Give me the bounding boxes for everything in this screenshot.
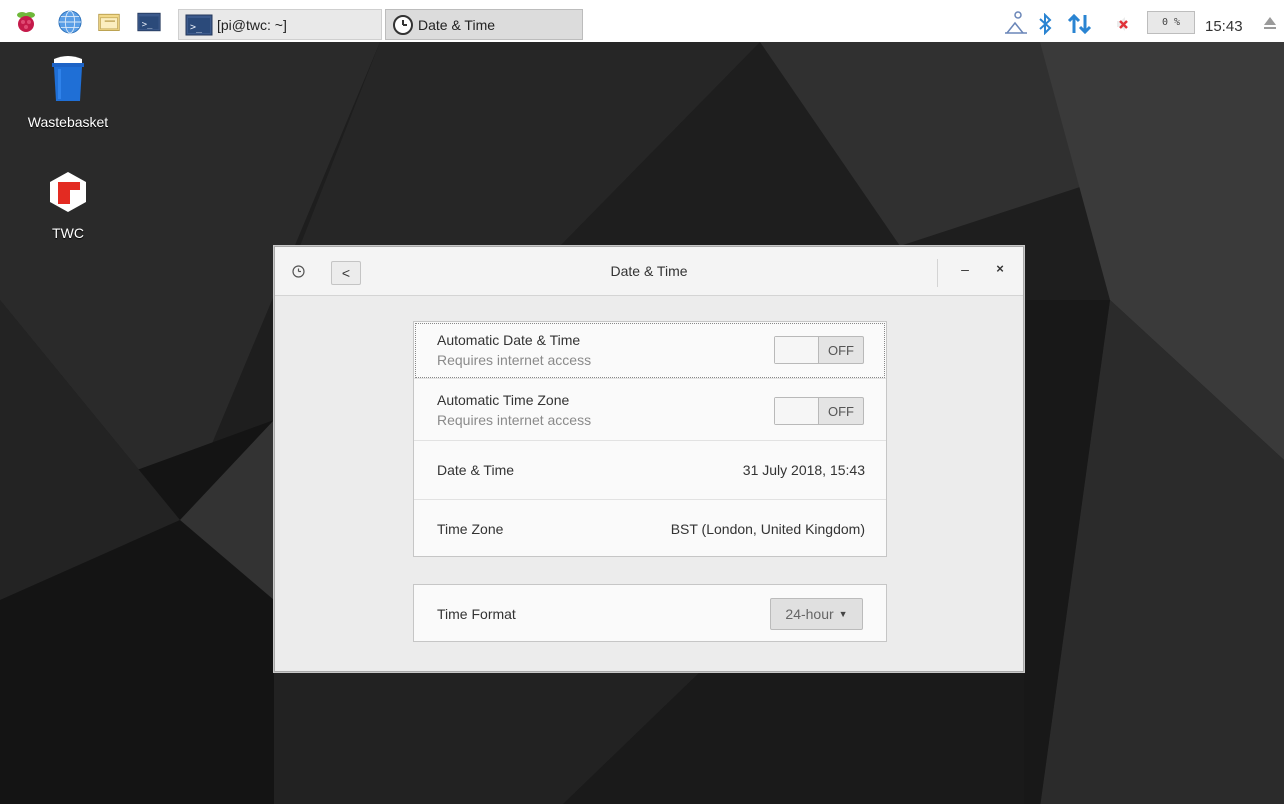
raspberry-menu-icon[interactable] (14, 11, 38, 33)
time-format-card: Time Format 24-hour ▼ (413, 584, 887, 642)
time-zone-row[interactable]: Time Zone BST (London, United Kingdom) (414, 500, 886, 556)
desktop-icon-twc[interactable]: TWC (18, 170, 118, 241)
cpu-monitor[interactable]: 0 % (1147, 11, 1195, 34)
automatic-date-time-switch[interactable]: OFF (774, 336, 864, 364)
minimize-icon: – (961, 261, 969, 277)
caret-down-icon: ▼ (838, 609, 848, 619)
row-title: Time Format (437, 606, 516, 622)
taskbar: >_ >_ [pi@twc: ~] Date & Time 0 % 15:43 (0, 0, 1284, 42)
titlebar-separator (937, 259, 938, 287)
row-subtitle: Requires internet access (437, 412, 592, 428)
row-title: Date & Time (437, 462, 515, 478)
twc-app-icon (48, 170, 88, 219)
taskbar-task-date-time[interactable]: Date & Time (385, 9, 583, 40)
close-icon: × (996, 261, 1004, 276)
automatic-time-zone-switch[interactable]: OFF (774, 397, 864, 425)
date-time-value: 31 July 2018, 15:43 (742, 462, 865, 478)
cpu-usage-label: 0 % (1161, 17, 1181, 28)
row-title: Time Zone (437, 521, 504, 537)
web-browser-icon[interactable] (58, 10, 82, 34)
switch-knob (775, 398, 819, 424)
automatic-date-time-row[interactable]: Automatic Date & Time Requires internet … (414, 322, 886, 379)
task-label: Date & Time (418, 16, 496, 33)
close-button[interactable]: × (990, 261, 1010, 281)
svg-text:>_: >_ (142, 20, 153, 30)
accessibility-icon[interactable] (1001, 11, 1029, 35)
window-title: Date & Time (610, 263, 688, 279)
window-content: Automatic Date & Time Requires internet … (276, 297, 1022, 671)
window-titlebar[interactable]: < Date & Time – × (275, 247, 1023, 296)
terminal-icon[interactable]: >_ (137, 11, 161, 33)
taskbar-task-terminal[interactable]: >_ [pi@twc: ~] (178, 9, 382, 40)
desktop-icon-wastebasket[interactable]: Wastebasket (18, 55, 118, 130)
volume-muted-icon[interactable] (1113, 13, 1133, 35)
file-manager-icon[interactable] (97, 11, 121, 33)
row-title: Automatic Date & Time (437, 332, 581, 348)
row-subtitle: Requires internet access (437, 352, 592, 368)
settings-card: Automatic Date & Time Requires internet … (413, 321, 887, 557)
dropdown-value: 24-hour (785, 606, 834, 622)
svg-text:>_: >_ (190, 22, 203, 33)
clock-icon (392, 14, 414, 36)
network-icon[interactable] (1066, 13, 1094, 35)
switch-knob (775, 337, 819, 363)
date-time-window: < Date & Time – × Automatic Date & Time … (274, 246, 1024, 672)
desktop-icon-label: TWC (52, 225, 84, 241)
automatic-time-zone-row[interactable]: Automatic Time Zone Requires internet ac… (414, 379, 886, 441)
eject-icon[interactable] (1262, 13, 1278, 33)
terminal-icon: >_ (185, 14, 213, 36)
date-time-row[interactable]: Date & Time 31 July 2018, 15:43 (414, 441, 886, 500)
trash-icon (48, 55, 88, 108)
switch-state: OFF (828, 403, 854, 419)
desktop-icon-label: Wastebasket (27, 114, 109, 130)
row-title: Automatic Time Zone (437, 392, 570, 408)
minimize-button[interactable]: – (955, 261, 975, 281)
switch-state: OFF (828, 342, 854, 358)
task-label: [pi@twc: ~] (217, 16, 287, 33)
time-format-dropdown[interactable]: 24-hour ▼ (770, 598, 863, 630)
time-format-row: Time Format 24-hour ▼ (414, 585, 886, 641)
time-zone-value: BST (London, United Kingdom) (670, 521, 865, 537)
taskbar-clock[interactable]: 15:43 (1205, 18, 1243, 35)
bluetooth-icon[interactable] (1037, 13, 1053, 35)
